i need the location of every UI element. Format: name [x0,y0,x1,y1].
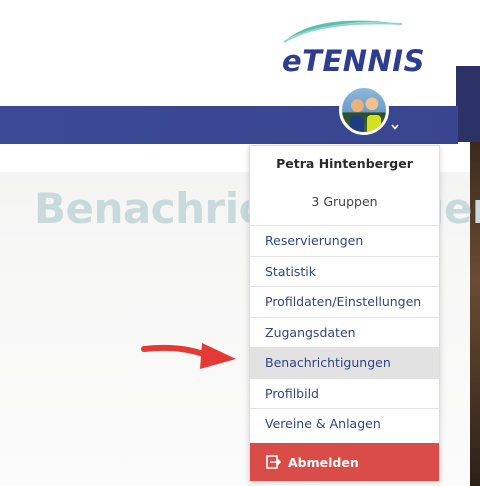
avatar-person-1 [350,116,364,132]
menu-item-zugangsdaten[interactable]: Zugangsdaten [250,316,439,348]
menu-item-profildaten[interactable]: Profildaten/Einstellungen [250,286,439,317]
menu-item-vereine-anlagen[interactable]: Vereine & Anlagen [250,408,439,439]
logo-text: eTENNIS [282,44,425,78]
right-strip [456,66,480,142]
menu-item-reservierungen[interactable]: Reservierungen [250,225,439,256]
etennis-logo[interactable]: eTENNIS [276,10,426,80]
red-arrow-icon [141,343,236,369]
menu-list: Reservierungen Statistik Profildaten/Ein… [250,225,439,439]
chevron-down-icon[interactable] [390,122,400,132]
user-name: Petra Hintenberger [276,156,413,171]
user-avatar[interactable] [339,85,389,135]
logout-label: Abmelden [288,454,359,470]
user-dropdown-menu: Petra Hintenberger 3 Gruppen Reservierun… [249,145,440,481]
logout-icon [266,455,282,469]
menu-item-statistik[interactable]: Statistik [250,255,439,287]
menu-item-benachrichtigungen[interactable]: Benachrichtigungen [250,347,439,378]
menu-item-profilbild[interactable]: Profilbild [250,377,439,409]
user-groups-count[interactable]: 3 Gruppen [250,194,439,209]
logout-button[interactable]: Abmelden [250,443,439,481]
